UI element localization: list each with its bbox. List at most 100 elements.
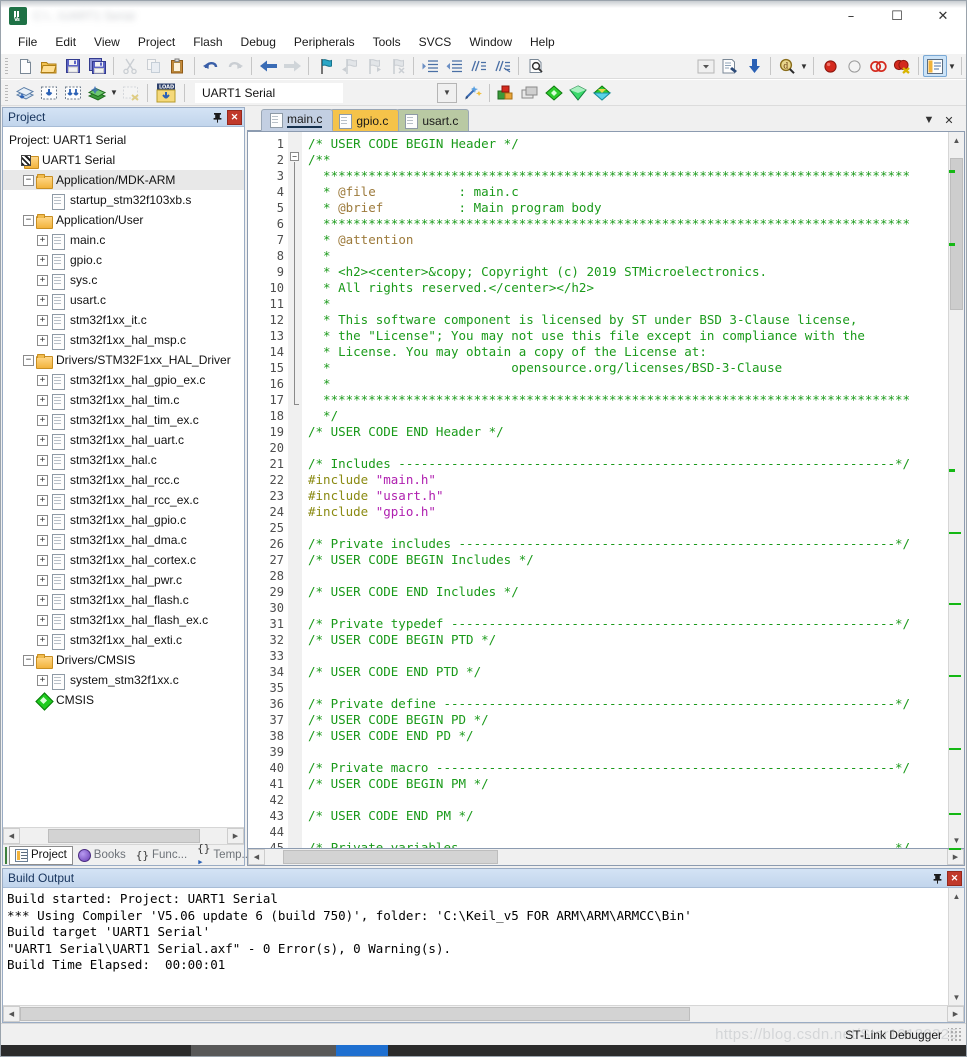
scroll-right-icon[interactable]: ▶ bbox=[947, 1006, 964, 1022]
bookmark-toggle-icon[interactable] bbox=[313, 55, 337, 77]
code-line[interactable]: /* Private variables -------------------… bbox=[308, 840, 948, 848]
batch-build-icon[interactable] bbox=[85, 82, 109, 104]
expand-plus-icon[interactable]: + bbox=[37, 454, 48, 466]
tree-item-stm32f1xx-hal-tim-ex-c[interactable]: + stm32f1xx_hal_tim_ex.c bbox=[3, 410, 244, 430]
code-line[interactable]: /* USER CODE BEGIN PD */ bbox=[308, 712, 948, 728]
tree-item-stm32f1xx-hal-gpio-c[interactable]: + stm32f1xx_hal_gpio.c bbox=[3, 510, 244, 530]
document-tab-usart-c[interactable]: usart.c bbox=[396, 109, 470, 131]
save-icon[interactable] bbox=[61, 55, 85, 77]
tree-item-stm32f1xx-hal-exti-c[interactable]: + stm32f1xx_hal_exti.c bbox=[3, 630, 244, 650]
tree-item-usart-c[interactable]: + usart.c bbox=[3, 290, 244, 310]
target-options-icon[interactable] bbox=[461, 82, 485, 104]
code-line[interactable]: #include "usart.h" bbox=[308, 488, 948, 504]
code-line[interactable]: * the "License"; You may not use this fi… bbox=[308, 328, 948, 344]
project-hscrollbar[interactable]: ◀ ▶ bbox=[3, 827, 244, 844]
toolbar-grip[interactable] bbox=[3, 56, 10, 76]
stop-build-icon[interactable] bbox=[119, 82, 143, 104]
scroll-left-icon[interactable]: ◀ bbox=[3, 1006, 20, 1022]
tree-item-application-mdk-arm[interactable]: − Application/MDK-ARM bbox=[3, 170, 244, 190]
tree-item-stm32f1xx-hal-flash-ex-c[interactable]: + stm32f1xx_hal_flash_ex.c bbox=[3, 610, 244, 630]
menu-flash[interactable]: Flash bbox=[184, 32, 231, 52]
rebuild-icon[interactable] bbox=[61, 82, 85, 104]
pin-icon[interactable] bbox=[930, 871, 945, 886]
copy-icon[interactable] bbox=[142, 55, 166, 77]
menu-project[interactable]: Project bbox=[129, 32, 184, 52]
resize-grip-icon[interactable] bbox=[948, 1027, 962, 1042]
scroll-left-icon[interactable]: ◀ bbox=[248, 849, 265, 865]
code-line[interactable]: /* USER CODE END Includes */ bbox=[308, 584, 948, 600]
code-line[interactable]: /* USER CODE END PTD */ bbox=[308, 664, 948, 680]
collapse-minus-icon[interactable]: − bbox=[23, 654, 34, 666]
code-line[interactable] bbox=[308, 680, 948, 696]
build-vscroll-track[interactable] bbox=[949, 904, 964, 989]
tree-item-stm32f1xx-hal-pwr-c[interactable]: + stm32f1xx_hal_pwr.c bbox=[3, 570, 244, 590]
cut-icon[interactable] bbox=[118, 55, 142, 77]
code-line[interactable]: /* USER CODE BEGIN Includes */ bbox=[308, 552, 948, 568]
tree-item-stm32f1xx-hal-c[interactable]: + stm32f1xx_hal.c bbox=[3, 450, 244, 470]
batch-build-caret[interactable]: ▼ bbox=[109, 82, 119, 104]
undo-icon[interactable] bbox=[199, 55, 223, 77]
expand-plus-icon[interactable]: + bbox=[37, 674, 48, 686]
project-window-caret[interactable]: ▼ bbox=[947, 55, 957, 77]
code-line[interactable]: /* Private define ----------------------… bbox=[308, 696, 948, 712]
manage-project-items-icon[interactable] bbox=[494, 82, 518, 104]
build-vscrollbar[interactable]: ▲ ▼ bbox=[948, 888, 964, 1005]
menu-debug[interactable]: Debug bbox=[232, 32, 285, 52]
bookmark-prev-icon[interactable] bbox=[337, 55, 361, 77]
expand-plus-icon[interactable]: + bbox=[37, 474, 48, 486]
expand-plus-icon[interactable]: + bbox=[37, 434, 48, 446]
tree-item-gpio-c[interactable]: + gpio.c bbox=[3, 250, 244, 270]
build-output-close-icon[interactable]: ✕ bbox=[947, 870, 962, 886]
code-line[interactable]: * @attention bbox=[308, 232, 948, 248]
code-line[interactable] bbox=[308, 600, 948, 616]
code-line[interactable] bbox=[308, 520, 948, 536]
expand-plus-icon[interactable]: + bbox=[37, 394, 48, 406]
code-line[interactable] bbox=[308, 824, 948, 840]
expand-plus-icon[interactable]: + bbox=[37, 594, 48, 606]
tree-item-system-stm32f1xx-c[interactable]: + system_stm32f1xx.c bbox=[3, 670, 244, 690]
expand-plus-icon[interactable]: + bbox=[37, 494, 48, 506]
find-in-files-icon[interactable] bbox=[523, 55, 547, 77]
pin-icon[interactable] bbox=[210, 110, 225, 125]
code-line[interactable]: /* USER CODE END PD */ bbox=[308, 728, 948, 744]
tree-item-stm32f1xx-hal-flash-c[interactable]: + stm32f1xx_hal_flash.c bbox=[3, 590, 244, 610]
document-tab-main-c[interactable]: main.c bbox=[261, 109, 334, 131]
expand-plus-icon[interactable]: + bbox=[37, 334, 48, 346]
redo-icon[interactable] bbox=[223, 55, 247, 77]
target-select[interactable]: UART1 Serial bbox=[195, 82, 343, 103]
code-line[interactable]: ****************************************… bbox=[308, 168, 948, 184]
breakpoint-enable-icon[interactable] bbox=[842, 55, 866, 77]
tree-item-stm32f1xx-it-c[interactable]: + stm32f1xx_it.c bbox=[3, 310, 244, 330]
build-output-text[interactable]: Build started: Project: UART1 Serial *** … bbox=[3, 888, 948, 1005]
multi-project-icon[interactable] bbox=[566, 82, 590, 104]
comment-icon[interactable] bbox=[466, 55, 490, 77]
document-tab-gpio-c[interactable]: gpio.c bbox=[330, 109, 400, 131]
expand-plus-icon[interactable]: + bbox=[37, 234, 48, 246]
pane-tab-project[interactable]: Project bbox=[9, 845, 73, 865]
tree-item-drivers-stm32f1xx-hal-driver[interactable]: − Drivers/STM32F1xx_HAL_Driver bbox=[3, 350, 244, 370]
tree-item-stm32f1xx-hal-msp-c[interactable]: + stm32f1xx_hal_msp.c bbox=[3, 330, 244, 350]
collapse-minus-icon[interactable]: − bbox=[23, 214, 34, 226]
tree-item-application-user[interactable]: − Application/User bbox=[3, 210, 244, 230]
menu-tools[interactable]: Tools bbox=[364, 32, 410, 52]
fold-toggle-icon[interactable]: − bbox=[290, 152, 299, 161]
scroll-right-icon[interactable]: ▶ bbox=[947, 849, 964, 865]
tree-item-main-c[interactable]: + main.c bbox=[3, 230, 244, 250]
code-line[interactable]: * bbox=[308, 248, 948, 264]
code-line[interactable]: /* USER CODE END Header */ bbox=[308, 424, 948, 440]
code-line[interactable]: /* Private macro -----------------------… bbox=[308, 760, 948, 776]
expand-plus-icon[interactable]: + bbox=[37, 294, 48, 306]
build-hscroll-thumb[interactable] bbox=[20, 1007, 690, 1021]
code-line[interactable]: /* Private includes --------------------… bbox=[308, 536, 948, 552]
tree-target-node[interactable]: UART1 Serial bbox=[3, 150, 244, 170]
bookmark-clear-icon[interactable] bbox=[385, 55, 409, 77]
code-line[interactable]: * All rights reserved.</center></h2> bbox=[308, 280, 948, 296]
menu-peripherals[interactable]: Peripherals bbox=[285, 32, 364, 52]
code-line[interactable]: * License. You may obtain a copy of the … bbox=[308, 344, 948, 360]
breakpoint-insert-icon[interactable] bbox=[818, 55, 842, 77]
code-line[interactable]: * bbox=[308, 296, 948, 312]
menu-view[interactable]: View bbox=[85, 32, 129, 52]
configure-icon[interactable] bbox=[718, 55, 742, 77]
code-line[interactable] bbox=[308, 440, 948, 456]
tree-item-stm32f1xx-hal-cortex-c[interactable]: + stm32f1xx_hal_cortex.c bbox=[3, 550, 244, 570]
